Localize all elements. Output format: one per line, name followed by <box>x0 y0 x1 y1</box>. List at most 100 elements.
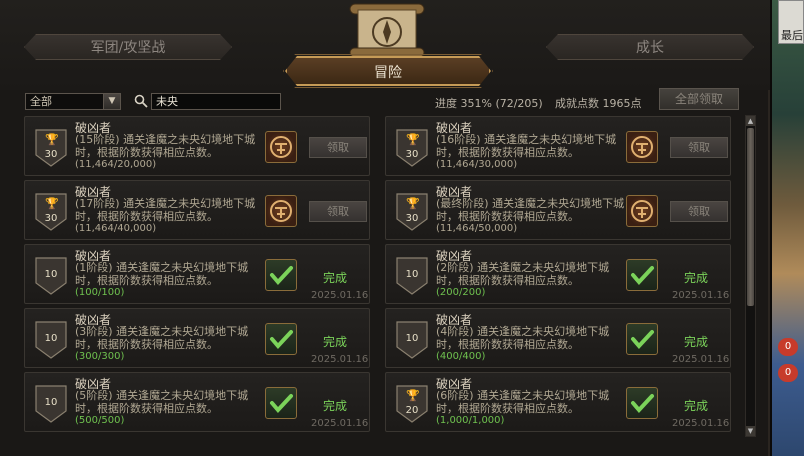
achievement-progress: (200/200) <box>436 287 486 298</box>
achievement-badge-icon: 10 <box>35 321 67 359</box>
completion-date: 2025.01.16 <box>311 354 369 365</box>
completion-date: 2025.01.16 <box>311 418 369 429</box>
checkmark-icon <box>265 259 297 291</box>
achievement-progress: (1,000/1,000) <box>436 415 505 426</box>
completed-status: 完成 <box>684 335 709 349</box>
achievement-card: 10 破凶者 (2阶段) 通关逢魔之未央幻境地下城时，根据阶数获得相应点数。 (200… <box>385 244 731 304</box>
achievement-badge-icon: 10 <box>396 257 428 295</box>
achievement-progress: (11,464/20,000) <box>75 159 157 170</box>
achievement-card: 10 破凶者 (3阶段) 通关逢魔之未央幻境地下城时，根据阶数获得相应点数。 (300… <box>24 308 370 368</box>
completed-status: 完成 <box>323 335 348 349</box>
claim-button[interactable]: 领取 <box>309 137 367 158</box>
checkmark-icon <box>626 387 658 419</box>
side-panel-tab[interactable]: 最后 <box>778 0 804 44</box>
search-input[interactable]: 未央 <box>151 93 281 110</box>
achievement-badge-icon: 10 <box>396 321 428 359</box>
achievement-progress: (11,464/30,000) <box>436 159 518 170</box>
achievement-badge-icon: 🏆 30 <box>35 129 67 167</box>
achievement-points: 成就点数 1965点 <box>555 97 642 110</box>
trophy-icon: 🏆 <box>45 133 59 146</box>
achievement-progress: (400/400) <box>436 351 486 362</box>
reward-seal-icon <box>265 131 297 163</box>
chevron-down-icon[interactable]: ▼ <box>103 94 120 109</box>
achievement-badge-icon: 🏆 30 <box>396 193 428 231</box>
reward-seal-icon <box>626 131 658 163</box>
achievement-progress: (300/300) <box>75 351 125 362</box>
trophy-icon: 🏆 <box>406 389 420 402</box>
category-dropdown[interactable]: 全部 ▼ <box>25 93 121 110</box>
achievement-points-badge: 30 <box>44 213 58 224</box>
notification-badge[interactable]: 0 <box>778 338 798 356</box>
achievement-badge-icon: 10 <box>35 385 67 423</box>
achievement-points-badge: 10 <box>44 269 58 280</box>
trophy-icon: 🏆 <box>406 197 420 210</box>
claim-all-button[interactable]: 全部领取 <box>659 88 739 110</box>
achievement-points-badge: 30 <box>44 149 58 160</box>
achievement-description: (5阶段) 通关逢魔之未央幻境地下城时，根据阶数获得相应点数。 <box>75 389 249 415</box>
achievement-points-badge: 10 <box>44 333 58 344</box>
achievement-description: (15阶段) 通关逢魔之未央幻境地下城时，根据阶数获得相应点数。 <box>75 133 256 159</box>
achievement-card: 🏆 30 破凶者 (16阶段) 通关逢魔之未央幻境地下城时，根据阶数获得相应点数。 (1… <box>385 116 731 176</box>
achievement-points-badge: 10 <box>405 269 419 280</box>
checkmark-icon <box>626 323 658 355</box>
completed-status: 完成 <box>684 399 709 413</box>
completed-status: 完成 <box>323 271 348 285</box>
achievement-card: 🏆 30 破凶者 (15阶段) 通关逢魔之未央幻境地下城时，根据阶数获得相应点数。 (1… <box>24 116 370 176</box>
completion-date: 2025.01.16 <box>672 418 730 429</box>
checkmark-icon <box>265 387 297 419</box>
game-background: 最后 0 0 <box>772 0 804 456</box>
achievement-description: (3阶段) 通关逢魔之未央幻境地下城时，根据阶数获得相应点数。 <box>75 325 249 351</box>
scroll-emblem-icon <box>349 3 425 58</box>
achievement-description: (16阶段) 通关逢魔之未央幻境地下城时，根据阶数获得相应点数。 <box>436 133 617 159</box>
achievement-card: 🏆 30 破凶者 (17阶段) 通关逢魔之未央幻境地下城时，根据阶数获得相应点数。 (1… <box>24 180 370 240</box>
achievement-window: 军团/攻坚战 成长 冒险 全部 ▼ 未央 进度 351% (72/205) 成就… <box>0 0 770 456</box>
tab-growth[interactable]: 成长 <box>546 34 754 60</box>
claim-button[interactable]: 领取 <box>670 201 728 222</box>
achievement-progress: (100/100) <box>75 287 125 298</box>
achievement-progress: (500/500) <box>75 415 125 426</box>
achievement-progress: (11,464/40,000) <box>75 223 157 234</box>
reward-seal-icon <box>265 195 297 227</box>
achievement-card: 🏆 30 破凶者 (最终阶段) 通关逢魔之未央幻境地下城时，根据阶数获得相应点数。 (1… <box>385 180 731 240</box>
scrollbar[interactable]: ▲ ▼ <box>745 115 756 437</box>
achievement-card: 10 破凶者 (4阶段) 通关逢魔之未央幻境地下城时，根据阶数获得相应点数。 (400… <box>385 308 731 368</box>
completed-status: 完成 <box>684 271 709 285</box>
achievement-description: (4阶段) 通关逢魔之未央幻境地下城时，根据阶数获得相应点数。 <box>436 325 610 351</box>
claim-button[interactable]: 领取 <box>670 137 728 158</box>
achievement-badge-icon: 🏆 30 <box>396 129 428 167</box>
notification-badge[interactable]: 0 <box>778 364 798 382</box>
achievement-badge-icon: 🏆 30 <box>35 193 67 231</box>
achievement-card: 10 破凶者 (1阶段) 通关逢魔之未央幻境地下城时，根据阶数获得相应点数。 (100… <box>24 244 370 304</box>
completion-date: 2025.01.16 <box>672 290 730 301</box>
achievement-points-badge: 20 <box>405 405 419 416</box>
scroll-up-arrow-icon[interactable]: ▲ <box>746 116 755 126</box>
category-dropdown-value: 全部 <box>30 95 52 108</box>
achievement-points-badge: 10 <box>44 397 58 408</box>
trophy-icon: 🏆 <box>45 197 59 210</box>
achievement-card: 🏆 20 破凶者 (6阶段) 通关逢魔之未央幻境地下城时，根据阶数获得相应点数。 (1,… <box>385 372 731 432</box>
search-icon <box>134 94 148 108</box>
achievement-badge-icon: 🏆 20 <box>396 385 428 423</box>
reward-seal-icon <box>626 195 658 227</box>
completion-date: 2025.01.16 <box>311 290 369 301</box>
achievement-card: 10 破凶者 (5阶段) 通关逢魔之未央幻境地下城时，根据阶数获得相应点数。 (500… <box>24 372 370 432</box>
side-panel-label: 最后 <box>781 29 803 42</box>
achievement-description: (1阶段) 通关逢魔之未央幻境地下城时，根据阶数获得相应点数。 <box>75 261 249 287</box>
achievement-description: (2阶段) 通关逢魔之未央幻境地下城时，根据阶数获得相应点数。 <box>436 261 610 287</box>
claim-button[interactable]: 领取 <box>309 201 367 222</box>
trophy-icon: 🏆 <box>406 133 420 146</box>
scroll-down-arrow-icon[interactable]: ▼ <box>746 426 755 436</box>
achievement-description: (最终阶段) 通关逢魔之未央幻境地下城时，根据阶数获得相应点数。 <box>436 197 625 223</box>
tab-adventure[interactable]: 冒险 <box>285 56 491 86</box>
progress-summary: 进度 351% (72/205) <box>435 97 543 110</box>
achievement-points-badge: 30 <box>405 213 419 224</box>
achievement-badge-icon: 10 <box>35 257 67 295</box>
achievement-points-badge: 10 <box>405 333 419 344</box>
tab-legion[interactable]: 军团/攻坚战 <box>24 34 232 60</box>
achievement-progress: (11,464/50,000) <box>436 223 518 234</box>
achievement-description: (6阶段) 通关逢魔之未央幻境地下城时，根据阶数获得相应点数。 <box>436 389 610 415</box>
completed-status: 完成 <box>323 399 348 413</box>
checkmark-icon <box>265 323 297 355</box>
achievement-description: (17阶段) 通关逢魔之未央幻境地下城时，根据阶数获得相应点数。 <box>75 197 256 223</box>
scrollbar-thumb[interactable] <box>747 128 754 306</box>
